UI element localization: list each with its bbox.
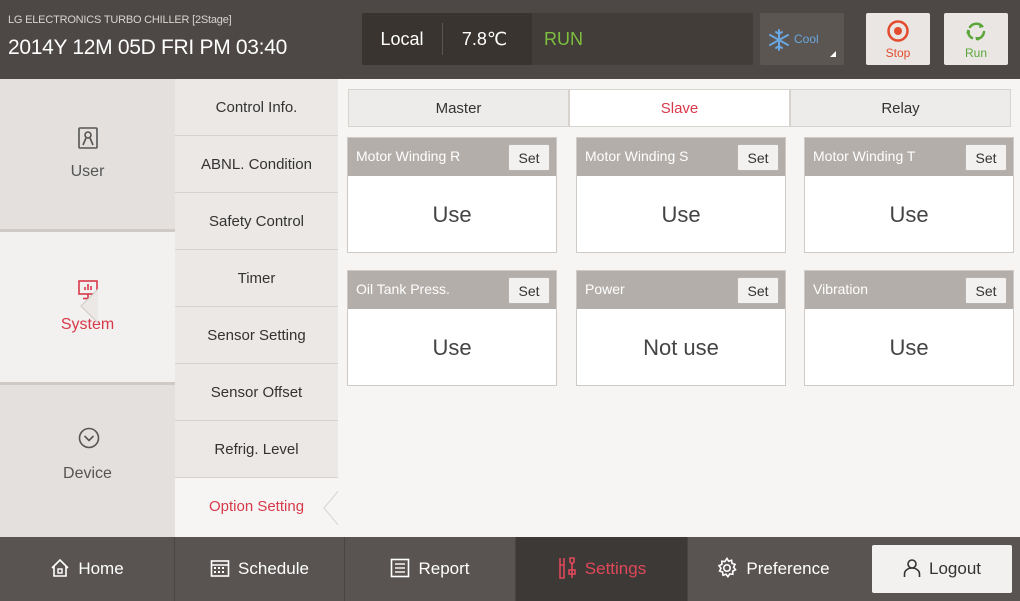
submenu-sensor-setting[interactable]: Sensor Setting <box>175 307 338 364</box>
option-title: Motor Winding T <box>813 148 916 164</box>
nav-home-label: Home <box>78 559 124 578</box>
set-button[interactable]: Set <box>965 144 1007 171</box>
option-card-header: Oil Tank Press. Set <box>348 271 556 309</box>
stop-button[interactable]: Stop <box>866 13 930 65</box>
nav-report-label: Report <box>418 559 470 578</box>
control-mode-label: Local <box>380 29 424 49</box>
tab-master[interactable]: Master <box>348 89 569 127</box>
submenu: Control Info. ABNL. Condition Safety Con… <box>175 79 339 537</box>
option-card: Oil Tank Press. Set Use <box>347 270 557 386</box>
nav-schedule-label: Schedule <box>238 559 309 578</box>
category-user-label: User <box>70 163 105 180</box>
run-status-text: RUN <box>532 13 753 65</box>
nav-report[interactable]: Report <box>345 537 516 601</box>
option-card-header: Vibration Set <box>805 271 1013 309</box>
user-icon <box>903 558 921 577</box>
option-card-header: Motor Winding S Set <box>577 138 785 176</box>
set-button[interactable]: Set <box>965 277 1007 304</box>
stop-icon <box>887 20 909 42</box>
list-icon <box>391 558 410 577</box>
run-label: Run <box>964 46 987 60</box>
operation-mode-button[interactable]: Cool <box>760 13 844 65</box>
option-card: Power Set Not use <box>576 270 786 386</box>
set-button[interactable]: Set <box>737 277 779 304</box>
option-card: Motor Winding T Set Use <box>804 137 1014 253</box>
option-title: Motor Winding R <box>356 148 461 164</box>
option-title: Oil Tank Press. <box>356 281 450 297</box>
submenu-option-setting[interactable]: Option Setting <box>175 478 338 537</box>
category-device-label: Device <box>63 465 112 482</box>
option-value: Use <box>889 335 929 360</box>
snowflake-icon <box>769 29 789 51</box>
option-card-header: Power Set <box>577 271 785 309</box>
operation-mode-label: Cool <box>794 32 819 46</box>
category-system[interactable]: System <box>0 232 175 382</box>
set-button[interactable]: Set <box>737 144 779 171</box>
option-value: Use <box>889 202 929 227</box>
option-card-header: Motor Winding R Set <box>348 138 556 176</box>
logout-button[interactable]: Logout <box>872 545 1012 593</box>
logout-label: Logout <box>929 559 981 578</box>
submenu-sensor-offset[interactable]: Sensor Offset <box>175 364 338 421</box>
gear-icon <box>718 556 738 578</box>
submenu-control-info[interactable]: Control Info. <box>175 79 338 136</box>
option-setting-panel: Master Slave Relay Motor Winding R Set U… <box>338 79 1020 537</box>
category-device[interactable]: Device <box>0 385 175 537</box>
option-card: Motor Winding R Set Use <box>347 137 557 253</box>
unit-tabs: Master Slave Relay <box>348 89 1011 127</box>
settings-tools-icon <box>558 556 576 579</box>
bottom-nav: Home Schedule Report Settings Preference… <box>0 537 1020 601</box>
dropdown-corner-icon <box>830 51 836 57</box>
submenu-refrig-level[interactable]: Refrig. Level <box>175 421 338 478</box>
nav-settings-label: Settings <box>584 559 647 578</box>
option-title: Motor Winding S <box>585 148 689 164</box>
datetime-display: 2014Y 12M 05D FRI PM 03:40 <box>8 36 287 59</box>
option-value: Use <box>661 202 701 227</box>
set-button[interactable]: Set <box>508 277 550 304</box>
option-title: Power <box>585 281 625 297</box>
user-icon <box>78 127 98 149</box>
submenu-abnl-condition[interactable]: ABNL. Condition <box>175 136 338 193</box>
nav-preference-label: Preference <box>746 559 830 578</box>
status-panel: Local 7.8℃ RUN <box>362 13 753 65</box>
category-user[interactable]: User <box>0 79 175 229</box>
nav-preference[interactable]: Preference <box>688 537 858 601</box>
run-button[interactable]: Run <box>944 13 1008 65</box>
nav-settings[interactable]: Settings <box>516 537 688 601</box>
home-icon <box>51 558 69 577</box>
option-card: Vibration Set Use <box>804 270 1014 386</box>
option-value: Use <box>432 202 472 227</box>
tab-slave[interactable]: Slave <box>569 89 790 127</box>
option-title: Vibration <box>813 281 869 297</box>
temperature-readout: 7.8℃ <box>461 29 508 49</box>
option-value: Use <box>432 335 472 360</box>
calendar-icon <box>210 559 230 577</box>
option-card-header: Motor Winding T Set <box>805 138 1013 176</box>
recycle-run-icon <box>966 22 986 41</box>
nav-home[interactable]: Home <box>0 537 175 601</box>
set-button[interactable]: Set <box>508 144 550 171</box>
option-card: Motor Winding S Set Use <box>576 137 786 253</box>
tab-relay[interactable]: Relay <box>790 89 1011 127</box>
submenu-safety-control[interactable]: Safety Control <box>175 193 338 250</box>
option-value: Not use <box>643 335 719 360</box>
submenu-timer[interactable]: Timer <box>175 250 338 307</box>
app-title: LG ELECTRONICS TURBO CHILLER [2Stage] <box>8 14 232 26</box>
chevron-circle-icon <box>78 427 100 449</box>
header-bar: LG ELECTRONICS TURBO CHILLER [2Stage] 20… <box>0 0 1020 79</box>
category-sidebar: User System Device <box>0 79 175 537</box>
active-pointer-icon <box>323 490 339 526</box>
stop-label: Stop <box>885 46 911 60</box>
nav-schedule[interactable]: Schedule <box>175 537 345 601</box>
active-pointer-icon <box>80 289 98 323</box>
